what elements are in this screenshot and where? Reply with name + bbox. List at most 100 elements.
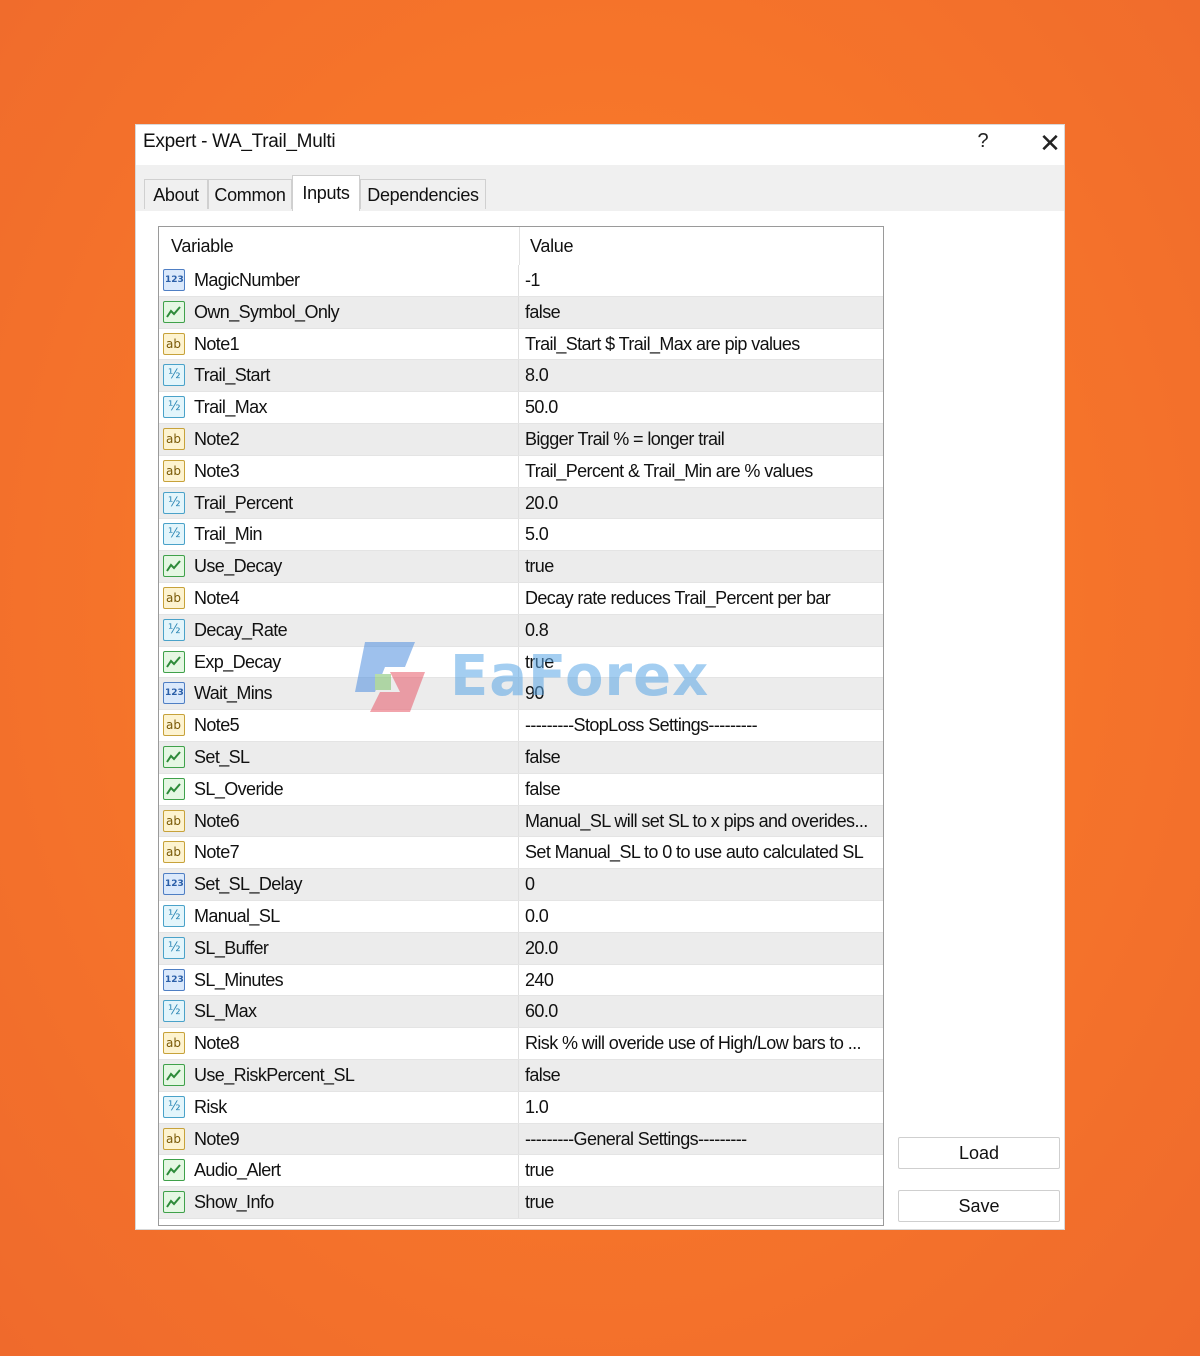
variable-value[interactable]: 60.0 xyxy=(525,1001,877,1022)
variable-value[interactable]: Risk % will overide use of High/Low bars… xyxy=(525,1033,877,1054)
table-row[interactable]: Show_Info true xyxy=(159,1187,883,1219)
variable-cell[interactable]: Set_SL_Delay xyxy=(159,869,519,900)
variable-cell[interactable]: Manual_SL xyxy=(159,900,519,932)
variable-cell[interactable]: Note4 xyxy=(159,582,519,614)
load-button[interactable]: Load xyxy=(898,1137,1060,1169)
variable-value[interactable]: 20.0 xyxy=(525,938,877,959)
table-row[interactable]: SL_Max 60.0 xyxy=(159,996,883,1029)
table-row[interactable]: Note1 Trail_Start $ Trail_Max are pip val… xyxy=(159,328,883,361)
variable-cell[interactable]: Note7 xyxy=(159,837,519,869)
variable-value[interactable]: true xyxy=(525,1192,877,1213)
variable-cell[interactable]: Audio_Alert xyxy=(159,1155,519,1187)
tab-common[interactable]: Common xyxy=(208,179,292,209)
table-row[interactable]: SL_Buffer 20.0 xyxy=(159,932,883,965)
variable-value[interactable]: true xyxy=(525,652,877,673)
variable-cell[interactable]: SL_Overide xyxy=(159,773,519,805)
variable-cell[interactable]: SL_Max xyxy=(159,996,519,1028)
variable-cell[interactable]: SL_Minutes xyxy=(159,964,519,996)
variable-cell[interactable]: Note5 xyxy=(159,710,519,741)
variable-cell[interactable]: Trail_Percent xyxy=(159,487,519,519)
variable-cell[interactable]: Wait_Mins xyxy=(159,678,519,710)
variable-value[interactable]: Trail_Percent & Trail_Min are % values xyxy=(525,461,877,482)
table-row[interactable]: Note7 Set Manual_SL to 0 to use auto calc… xyxy=(159,837,883,870)
save-button[interactable]: Save xyxy=(898,1190,1060,1222)
table-row[interactable]: Trail_Start 8.0 xyxy=(159,360,883,393)
table-row[interactable]: MagicNumber -1 xyxy=(159,265,883,297)
variable-value[interactable]: true xyxy=(525,1160,877,1181)
variable-cell[interactable]: MagicNumber xyxy=(159,265,519,296)
variable-value[interactable]: 20.0 xyxy=(525,493,877,514)
table-row[interactable]: SL_Overide false xyxy=(159,773,883,806)
table-row[interactable]: Note4 Decay rate reduces Trail_Percent pe… xyxy=(159,582,883,615)
table-row[interactable]: Audio_Alert true xyxy=(159,1155,883,1188)
variable-cell[interactable]: SL_Buffer xyxy=(159,932,519,964)
table-row[interactable]: Note6 Manual_SL will set SL to x pips and… xyxy=(159,805,883,838)
variable-value[interactable]: Decay rate reduces Trail_Percent per bar xyxy=(525,588,877,609)
tab-about[interactable]: About xyxy=(144,179,208,209)
table-row[interactable]: Note5 ---------StopLoss Settings--------- xyxy=(159,710,883,742)
variable-cell[interactable]: Note2 xyxy=(159,423,519,455)
variable-value[interactable]: 1.0 xyxy=(525,1097,877,1118)
variable-value[interactable]: false xyxy=(525,302,877,323)
header-value[interactable]: Value xyxy=(530,236,574,257)
variable-cell[interactable]: Trail_Max xyxy=(159,392,519,423)
variable-value[interactable]: 5.0 xyxy=(525,524,877,545)
help-button[interactable]: ? xyxy=(974,130,992,156)
variable-value[interactable]: 0.8 xyxy=(525,620,877,641)
variable-value[interactable]: 8.0 xyxy=(525,365,877,386)
variable-value[interactable]: 50.0 xyxy=(525,397,877,418)
variable-cell[interactable]: Note1 xyxy=(159,328,519,360)
table-row[interactable]: Use_RiskPercent_SL false xyxy=(159,1059,883,1092)
variable-value[interactable]: true xyxy=(525,556,877,577)
variable-value[interactable]: 0.0 xyxy=(525,906,877,927)
variable-cell[interactable]: Note3 xyxy=(159,455,519,487)
table-row[interactable]: Note8 Risk % will overide use of High/Low… xyxy=(159,1028,883,1060)
table-row[interactable]: Use_Decay true xyxy=(159,551,883,583)
variable-value[interactable]: ---------StopLoss Settings--------- xyxy=(525,715,877,736)
variable-value[interactable]: 90 xyxy=(525,683,877,704)
variable-cell[interactable]: Decay_Rate xyxy=(159,614,519,646)
variable-cell[interactable]: Show_Info xyxy=(159,1187,519,1218)
table-row[interactable]: Exp_Decay true xyxy=(159,646,883,679)
variable-value[interactable]: false xyxy=(525,1065,877,1086)
variable-value[interactable]: false xyxy=(525,747,877,768)
variable-value[interactable]: Bigger Trail % = longer trail xyxy=(525,429,877,450)
table-row[interactable]: Wait_Mins 90 xyxy=(159,678,883,711)
table-row[interactable]: Manual_SL 0.0 xyxy=(159,900,883,933)
variable-value[interactable]: false xyxy=(525,779,877,800)
table-row[interactable]: Note3 Trail_Percent & Trail_Min are % val… xyxy=(159,455,883,488)
table-row[interactable]: Note2 Bigger Trail % = longer trail xyxy=(159,423,883,456)
tab-dependencies[interactable]: Dependencies xyxy=(360,179,486,209)
variable-value[interactable]: -1 xyxy=(525,270,877,291)
tab-inputs[interactable]: Inputs xyxy=(292,175,360,212)
variable-cell[interactable]: Set_SL xyxy=(159,741,519,773)
close-button[interactable]: ✕ xyxy=(1036,129,1064,157)
header-variable[interactable]: Variable xyxy=(171,236,234,257)
table-row[interactable]: Own_Symbol_Only false xyxy=(159,296,883,329)
table-row[interactable]: Set_SL_Delay 0 xyxy=(159,869,883,901)
variable-value[interactable]: 0 xyxy=(525,874,877,895)
variable-cell[interactable]: Trail_Start xyxy=(159,360,519,392)
variable-value[interactable]: Set Manual_SL to 0 to use auto calculate… xyxy=(525,842,877,863)
table-row[interactable]: Note9 ---------General Settings--------- xyxy=(159,1123,883,1156)
table-row[interactable]: Trail_Min 5.0 xyxy=(159,519,883,552)
variable-value[interactable]: 240 xyxy=(525,970,877,991)
variable-cell[interactable]: Risk xyxy=(159,1091,519,1123)
variable-cell[interactable]: Exp_Decay xyxy=(159,646,519,678)
table-row[interactable]: Risk 1.0 xyxy=(159,1091,883,1124)
variable-cell[interactable]: Note9 xyxy=(159,1123,519,1155)
variable-cell[interactable]: Use_RiskPercent_SL xyxy=(159,1059,519,1091)
table-row[interactable]: Trail_Percent 20.0 xyxy=(159,487,883,520)
inputs-grid[interactable]: Variable Value MagicNumber -1 Own_Symbol_O… xyxy=(158,226,884,1226)
table-row[interactable]: Trail_Max 50.0 xyxy=(159,392,883,424)
header-divider[interactable] xyxy=(519,227,520,265)
variable-value[interactable]: ---------General Settings--------- xyxy=(525,1129,877,1150)
table-row[interactable]: Set_SL false xyxy=(159,741,883,774)
variable-cell[interactable]: Note8 xyxy=(159,1028,519,1059)
table-row[interactable]: SL_Minutes 240 xyxy=(159,964,883,997)
variable-cell[interactable]: Own_Symbol_Only xyxy=(159,296,519,328)
variable-cell[interactable]: Use_Decay xyxy=(159,551,519,582)
variable-cell[interactable]: Trail_Min xyxy=(159,519,519,551)
table-row[interactable]: Decay_Rate 0.8 xyxy=(159,614,883,647)
variable-cell[interactable]: Note6 xyxy=(159,805,519,837)
